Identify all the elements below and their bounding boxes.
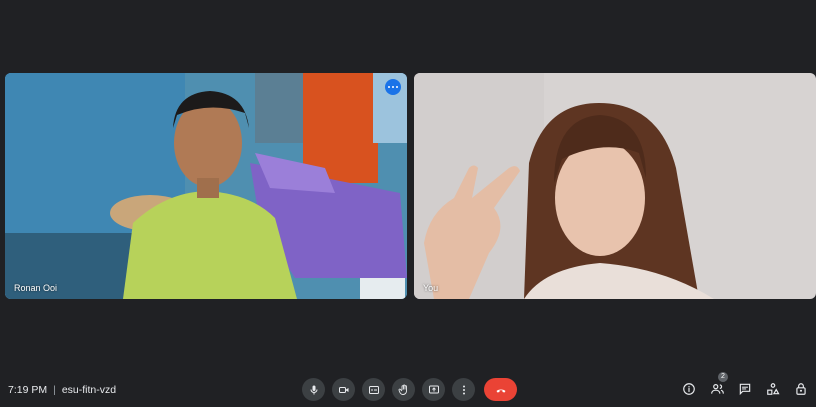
participant-name: You [423, 283, 439, 293]
participant-tile-you[interactable]: You [414, 73, 816, 299]
meeting-info: 7:19 PM | esu-fitn-vzd [8, 384, 116, 396]
chat-button[interactable] [736, 379, 754, 399]
host-controls-button[interactable] [792, 379, 810, 399]
more-options-button[interactable] [385, 79, 401, 95]
end-call-icon [496, 389, 505, 392]
participant-name: Ronan Ooi [14, 283, 58, 293]
microphone-button[interactable] [302, 378, 325, 401]
participant-tile-ronan[interactable]: Ronan Ooi [5, 73, 407, 299]
people-count-badge: 2 [718, 372, 728, 382]
people-icon [710, 384, 724, 394]
info-icon [683, 383, 695, 395]
self-video [414, 73, 816, 299]
more-options-button[interactable] [452, 378, 475, 401]
info-separator: | [53, 384, 56, 396]
captions-icon [368, 385, 379, 394]
side-panel-controls: 2 [680, 372, 810, 399]
camera-icon [338, 386, 348, 393]
chat-icon [739, 383, 751, 396]
more-options-icon [462, 385, 465, 394]
raise-hand-icon [398, 384, 407, 395]
present-screen-button[interactable] [422, 378, 445, 401]
meeting-code: esu-fitn-vzd [61, 384, 117, 396]
end-call-button[interactable] [484, 378, 517, 401]
activities-icon [767, 383, 780, 395]
captions-button[interactable] [362, 378, 385, 401]
participant-video [5, 73, 407, 299]
meeting-details-button[interactable] [680, 379, 698, 399]
lock-person-icon [796, 383, 806, 395]
people-button[interactable]: 2 [708, 372, 728, 399]
call-controls [302, 378, 517, 401]
present-screen-icon [428, 385, 439, 393]
raise-hand-button[interactable] [392, 378, 415, 401]
microphone-icon [310, 385, 317, 394]
bottom-toolbar: 7:19 PM | esu-fitn-vzd 2 [0, 372, 816, 407]
activities-button[interactable] [764, 379, 782, 399]
camera-button[interactable] [332, 378, 355, 401]
clock-time: 7:19 PM [8, 384, 48, 396]
